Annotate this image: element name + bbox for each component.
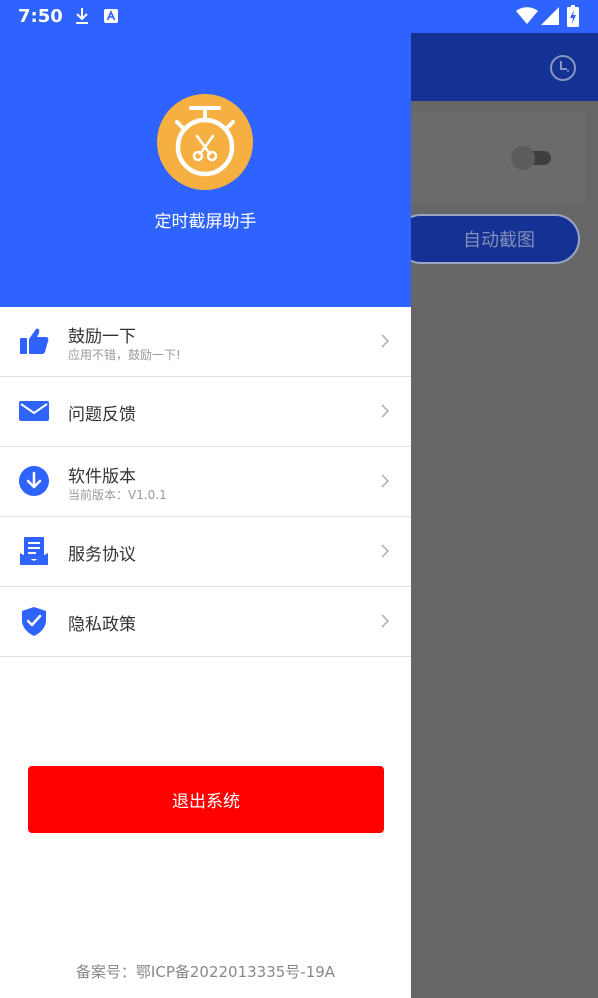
- menu-item-privacy-policy[interactable]: 隐私政策: [0, 587, 411, 657]
- auto-capture-button[interactable]: 自动截图: [396, 214, 580, 264]
- chevron-right-icon: [381, 544, 390, 558]
- menu-item-service-agreement[interactable]: 服务协议: [0, 517, 411, 587]
- menu-item-title: 服务协议: [68, 545, 136, 565]
- a-notification-icon: [104, 9, 118, 23]
- chevron-right-icon: [381, 334, 390, 348]
- agreement-icon: [20, 537, 48, 565]
- thumbs-up-icon: [20, 328, 49, 354]
- toggle-switch[interactable]: [509, 146, 555, 170]
- stopwatch-scissors-icon: [157, 94, 253, 190]
- drawer-menu: 鼓励一下 应用不错，鼓励一下! 问题反馈 软件版本 当前版本：V1.0.1 服务…: [0, 307, 411, 657]
- app-name: 定时截屏助手: [154, 212, 257, 232]
- switch-thumb: [511, 146, 535, 170]
- settings-card: [410, 112, 586, 204]
- chevron-right-icon: [381, 404, 390, 418]
- menu-item-encourage[interactable]: 鼓励一下 应用不错，鼓励一下!: [0, 307, 411, 377]
- menu-item-subtitle: 应用不错，鼓励一下!: [68, 348, 181, 362]
- chevron-right-icon: [381, 614, 390, 628]
- status-bar: 7:50: [0, 0, 598, 33]
- wifi-icon: [516, 7, 538, 24]
- shield-check-icon: [22, 607, 46, 636]
- menu-item-title: 软件版本: [68, 467, 136, 487]
- menu-item-version[interactable]: 软件版本 当前版本：V1.0.1: [0, 447, 411, 517]
- navigation-drawer: 定时截屏助手 鼓励一下 应用不错，鼓励一下! 问题反馈 软件版本 当前版本：V1…: [0, 0, 411, 998]
- chevron-right-icon: [381, 474, 390, 488]
- menu-item-feedback[interactable]: 问题反馈: [0, 377, 411, 447]
- icp-record-text: 备案号：鄂ICP备2022013335号-19A: [75, 963, 336, 981]
- mail-icon: [19, 401, 49, 421]
- battery-charging-icon: [567, 5, 579, 27]
- menu-item-title: 问题反馈: [68, 405, 136, 425]
- status-time: 7:50: [18, 6, 63, 27]
- logout-button[interactable]: 退出系统: [28, 766, 384, 833]
- drawer-header: 定时截屏助手: [0, 0, 411, 307]
- clock-icon[interactable]: [549, 54, 577, 82]
- menu-item-title: 鼓励一下: [68, 327, 136, 347]
- download-circle-icon: [19, 466, 49, 496]
- menu-item-subtitle: 当前版本：V1.0.1: [68, 488, 167, 502]
- menu-item-title: 隐私政策: [68, 615, 136, 635]
- signal-icon: [541, 7, 559, 25]
- download-icon: [76, 8, 88, 24]
